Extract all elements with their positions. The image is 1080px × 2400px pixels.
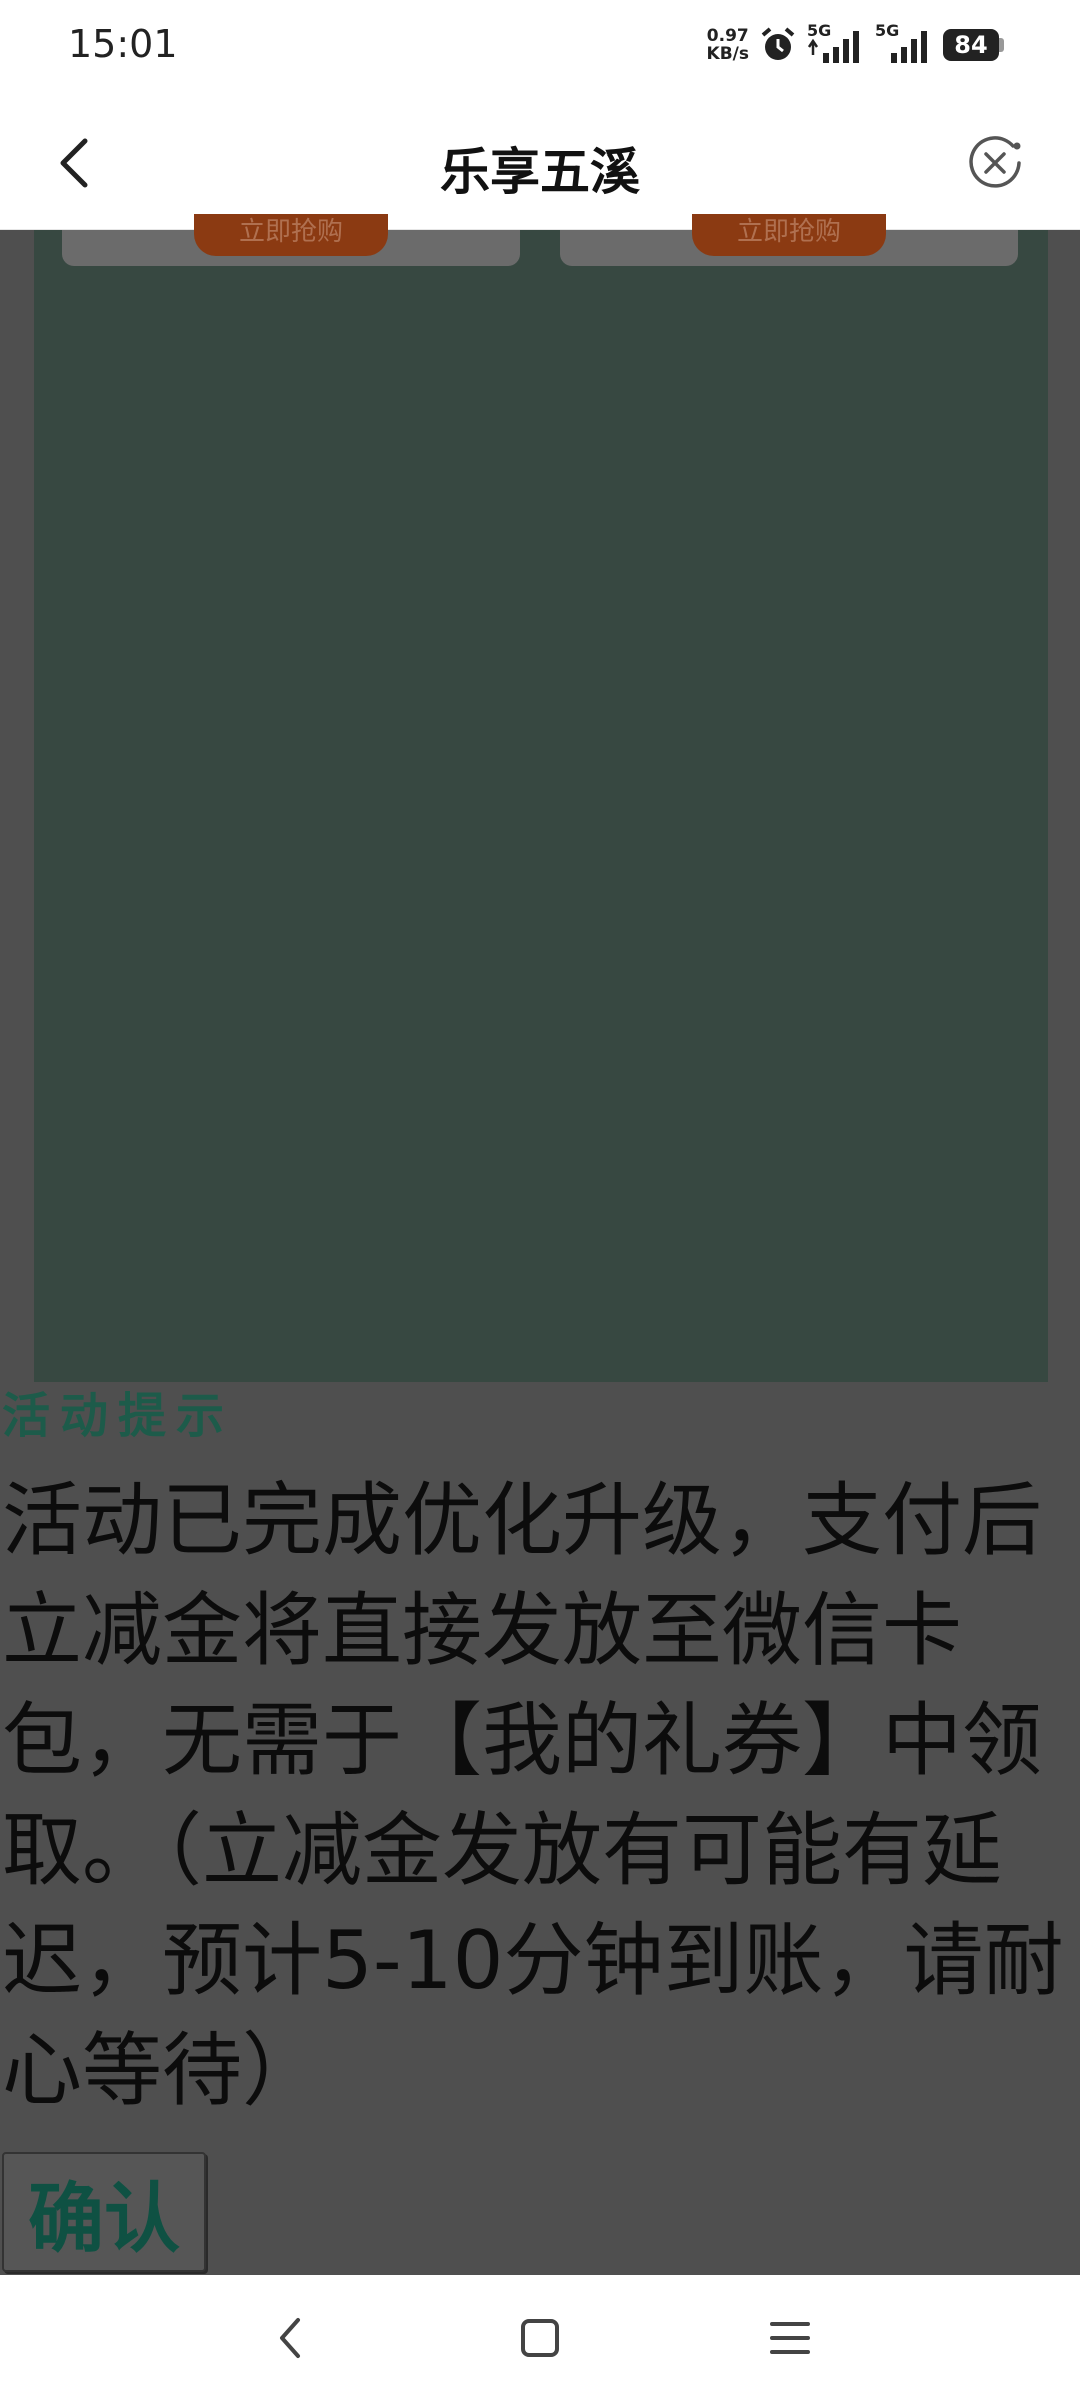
page-title: 乐享五溪 — [440, 143, 640, 201]
back-nav-button[interactable] — [255, 2303, 325, 2373]
menu-nav-button[interactable] — [755, 2303, 825, 2373]
product-card[interactable]: 立即抢购 — [560, 214, 1018, 266]
network-type-label: 5G — [875, 21, 900, 40]
home-nav-button[interactable] — [505, 2303, 575, 2373]
signal-icon: 5G — [875, 21, 933, 65]
battery-icon: 84 — [943, 29, 1004, 61]
status-time: 15:01 — [68, 22, 178, 66]
product-panel: 立即抢购 立即抢购 — [34, 214, 1048, 1382]
alarm-icon — [759, 26, 797, 64]
dialog-message: 活动已完成优化升级，支付后立减金将直接发放至微信卡包，无需于【我的礼券】中领取。… — [2, 1474, 1064, 2117]
net-speed: 0.97 KB/s — [707, 27, 749, 63]
buy-now-button[interactable]: 立即抢购 — [194, 214, 388, 256]
status-bar: 15:01 0.97 KB/s 5G 5G 84 — [0, 0, 1080, 92]
battery-tip — [999, 38, 1004, 52]
home-nav-icon — [521, 2318, 559, 2357]
title-bar: 乐享五溪 — [0, 92, 1080, 230]
menu-nav-icon — [770, 2321, 810, 2354]
net-speed-unit: KB/s — [706, 44, 749, 64]
dialog-title: 活动提示 — [2, 1388, 235, 1444]
status-icons: 0.97 KB/s 5G 5G 84 — [707, 20, 1004, 70]
buy-now-button[interactable]: 立即抢购 — [692, 214, 886, 256]
close-button[interactable] — [960, 128, 1030, 198]
net-speed-value: 0.97 — [706, 26, 749, 46]
page-content: 立即抢购 立即抢购 活动提示 活动已完成优化升级，支付后立减金将直接发放至微信卡… — [0, 214, 1080, 2275]
battery-level: 84 — [943, 29, 999, 61]
network-type-label: 5G — [807, 21, 832, 40]
back-nav-icon — [280, 2317, 300, 2358]
product-card[interactable]: 立即抢购 — [62, 214, 520, 266]
signal-icon: 5G — [807, 21, 865, 65]
navigation-bar — [0, 2275, 1080, 2400]
close-circle-icon — [969, 136, 1021, 188]
confirm-button[interactable]: 确认 — [2, 2152, 206, 2272]
